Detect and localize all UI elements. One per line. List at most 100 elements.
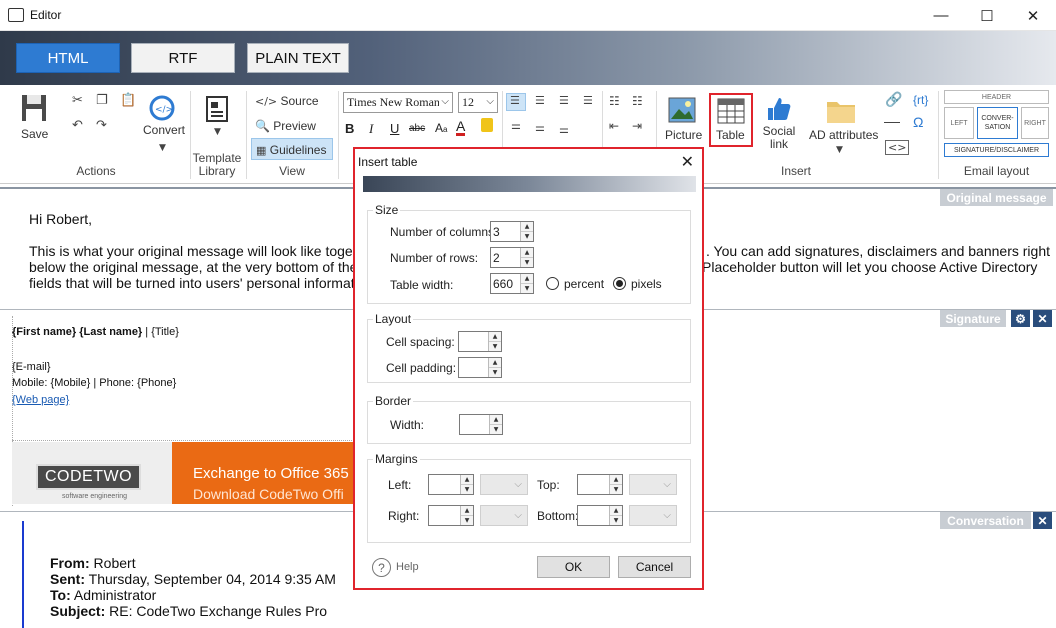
signature-remove-icon[interactable]: ✕ [1033, 310, 1052, 327]
table-width-input[interactable]: 660 ▲ ▼ [490, 273, 534, 294]
spin-down-icon[interactable]: ▼ [489, 368, 501, 377]
margin-left-unit-select[interactable]: ⌵ [480, 474, 528, 495]
layout-left-button[interactable]: LEFT [944, 107, 974, 139]
template-library-icon[interactable] [205, 95, 231, 126]
margin-top-unit-select[interactable]: ⌵ [629, 474, 677, 495]
outdent-icon[interactable]: ⇤ [609, 119, 619, 133]
convert-dropdown-icon[interactable]: ▼ [159, 143, 166, 153]
spin-down-icon[interactable]: ▼ [461, 485, 473, 494]
help-link[interactable]: Help [396, 561, 419, 573]
copy-icon[interactable]: ❐ [96, 93, 108, 108]
pixels-radio[interactable] [613, 277, 626, 290]
preview-button[interactable]: 🔍 Preview [255, 119, 316, 133]
spin-up-icon[interactable]: ▲ [521, 222, 533, 232]
font-size-select[interactable]: 12 ⌵ [458, 92, 498, 113]
social-link-button[interactable]: Social link [762, 125, 796, 151]
align-right-icon[interactable]: ☰ [559, 94, 569, 107]
convert-button[interactable]: </> [146, 95, 182, 124]
layout-right-button[interactable]: RIGHT [1021, 107, 1049, 139]
spin-up-icon[interactable]: ▲ [461, 475, 473, 485]
layout-conversation-button[interactable]: CONVER-SATION [977, 107, 1018, 139]
cancel-button[interactable]: Cancel [618, 556, 691, 578]
ad-attributes-icon[interactable] [826, 98, 856, 127]
spin-up-icon[interactable]: ▲ [489, 358, 501, 368]
spin-up-icon[interactable]: ▲ [461, 506, 473, 516]
font-family-select[interactable]: Times New Roman ⌵ [343, 92, 453, 113]
margin-right-input[interactable]: ▲ ▼ [428, 505, 474, 526]
margin-bottom-input[interactable]: ▲ ▼ [577, 505, 623, 526]
ad-dropdown-icon[interactable]: ▼ [836, 145, 843, 155]
bold-button[interactable]: B [345, 121, 354, 136]
spin-up-icon[interactable]: ▲ [610, 475, 622, 485]
maximize-button[interactable]: ☐ [964, 0, 1010, 31]
social-link-icon[interactable] [764, 95, 792, 126]
template-dropdown-icon[interactable]: ▼ [214, 127, 221, 137]
spin-down-icon[interactable]: ▼ [610, 516, 622, 525]
conversation-remove-icon[interactable]: ✕ [1033, 512, 1052, 529]
save-button[interactable]: Save [20, 93, 48, 141]
margin-top-input[interactable]: ▲ ▼ [577, 474, 623, 495]
dialog-close-icon[interactable]: ✕ [681, 152, 694, 172]
redo-icon[interactable]: ↷ [96, 118, 107, 133]
margin-bottom-unit-select[interactable]: ⌵ [629, 505, 677, 526]
subscript-button[interactable]: Aa [435, 121, 447, 135]
layout-header-button[interactable]: HEADER [944, 90, 1049, 104]
signature-web-link[interactable]: {Web page} [12, 394, 69, 406]
cut-icon[interactable]: ✂ [72, 93, 83, 108]
spin-down-icon[interactable]: ▼ [521, 284, 533, 293]
help-icon[interactable]: ? [372, 558, 391, 577]
rows-input[interactable]: 2 ▲ ▼ [490, 247, 534, 268]
tab-plain-text[interactable]: PLAIN TEXT [247, 43, 349, 73]
rt-button[interactable]: {rt} [913, 93, 928, 107]
margin-right-unit-select[interactable]: ⌵ [480, 505, 528, 526]
guidelines-button[interactable]: ▦ Guidelines [251, 138, 333, 160]
spin-down-icon[interactable]: ▼ [461, 516, 473, 525]
valign-middle-icon[interactable]: ⚌ [535, 121, 545, 134]
close-button[interactable]: ✕ [1010, 0, 1056, 31]
horizontal-line-icon[interactable] [884, 122, 900, 123]
indent-icon[interactable]: ⇥ [632, 119, 642, 133]
layout-signature-button[interactable]: SIGNATURE/DISCLAIMER [944, 143, 1049, 157]
minimize-button[interactable]: — [918, 0, 964, 31]
tab-html[interactable]: HTML [16, 43, 120, 73]
html-snippet-icon[interactable]: <> [885, 140, 910, 155]
signature-settings-icon[interactable]: ⚙ [1011, 310, 1030, 327]
picture-button[interactable]: Picture [665, 128, 702, 142]
numbered-list-icon[interactable]: ☷ [609, 94, 620, 108]
percent-radio[interactable] [546, 277, 559, 290]
strikethrough-button[interactable]: abc [409, 123, 425, 134]
underline-button[interactable]: U [390, 121, 399, 136]
valign-top-icon[interactable]: ⚌ [511, 119, 521, 132]
spin-down-icon[interactable]: ▼ [521, 232, 533, 241]
ok-button[interactable]: OK [537, 556, 610, 578]
highlight-icon[interactable] [481, 118, 493, 132]
spin-up-icon[interactable]: ▲ [490, 415, 502, 425]
align-justify-icon[interactable]: ☰ [583, 94, 593, 107]
paste-icon[interactable]: 📋 [120, 93, 136, 108]
margin-left-input[interactable]: ▲ ▼ [428, 474, 474, 495]
link-icon[interactable]: 🔗 [885, 92, 902, 108]
spin-down-icon[interactable]: ▼ [610, 485, 622, 494]
cell-spacing-input[interactable]: ▲ ▼ [458, 331, 502, 352]
source-button[interactable]: </> Source [255, 94, 319, 108]
ad-attributes-button[interactable]: AD attributes [809, 128, 878, 142]
spin-down-icon[interactable]: ▼ [490, 425, 502, 434]
border-width-input[interactable]: ▲ ▼ [459, 414, 503, 435]
valign-bottom-icon[interactable]: ⚌ [559, 123, 569, 136]
bullet-list-icon[interactable]: ☷ [632, 94, 643, 108]
align-center-icon[interactable]: ☰ [535, 94, 545, 107]
spin-up-icon[interactable]: ▲ [610, 506, 622, 516]
special-char-icon[interactable]: Ω [913, 114, 923, 130]
spin-down-icon[interactable]: ▼ [521, 258, 533, 267]
font-color-button[interactable]: A [456, 119, 466, 136]
spin-up-icon[interactable]: ▲ [521, 248, 533, 258]
spin-down-icon[interactable]: ▼ [489, 342, 501, 351]
tab-rtf[interactable]: RTF [131, 43, 235, 73]
cell-padding-input[interactable]: ▲ ▼ [458, 357, 502, 378]
picture-icon[interactable] [668, 97, 696, 126]
italic-button[interactable]: I [369, 121, 373, 137]
spin-up-icon[interactable]: ▲ [489, 332, 501, 342]
undo-icon[interactable]: ↶ [72, 118, 83, 133]
columns-input[interactable]: 3 ▲ ▼ [490, 221, 534, 242]
spin-up-icon[interactable]: ▲ [521, 274, 533, 284]
